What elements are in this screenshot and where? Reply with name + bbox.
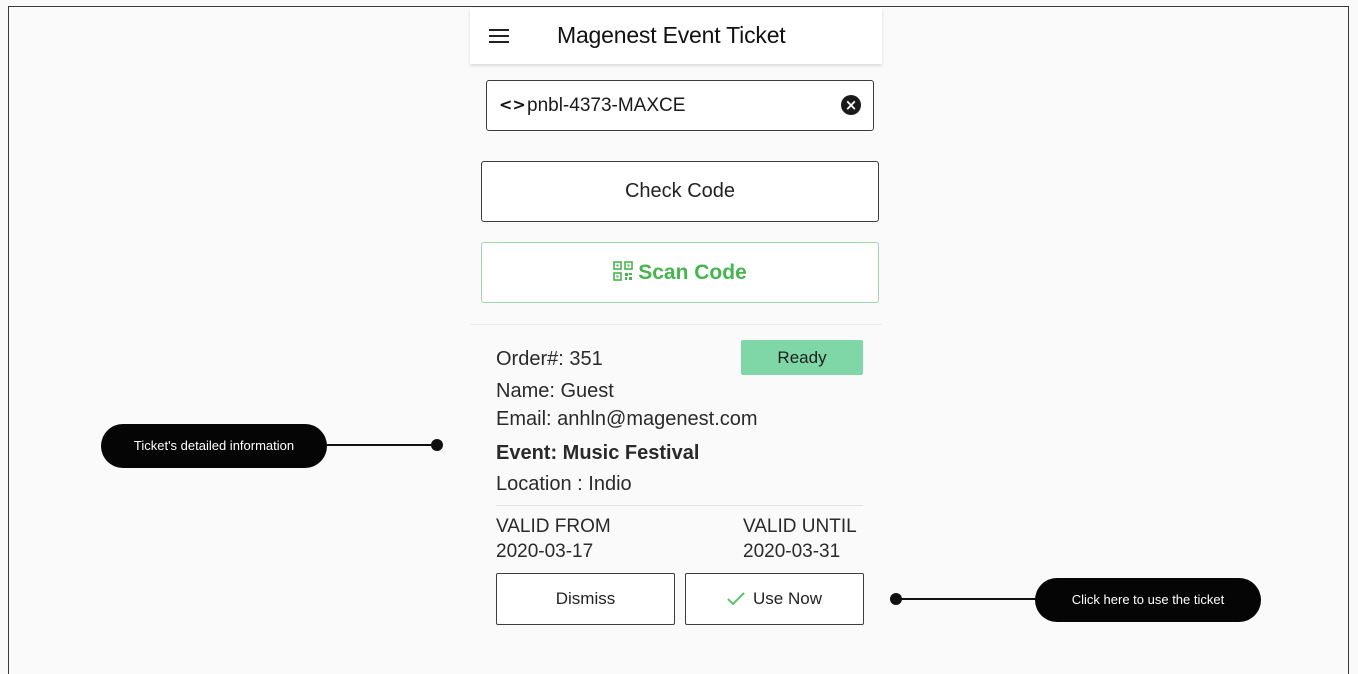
app-title: Magenest Event Ticket: [557, 22, 786, 48]
ticket-code-field[interactable]: <> ×: [486, 80, 874, 131]
ticket-info-callout-line: [327, 444, 435, 446]
use-ticket-callout: Click here to use the ticket: [1035, 578, 1261, 622]
valid-until-date: 2020-03-31: [743, 541, 841, 562]
checkmark-icon: [727, 592, 745, 606]
valid-from-label: VALID FROM: [496, 516, 611, 537]
scan-code-label: Scan Code: [638, 261, 747, 284]
use-ticket-callout-text: Click here to use the ticket: [1071, 592, 1225, 607]
app-bar: Magenest Event Ticket: [470, 8, 882, 64]
status-badge: Ready: [741, 340, 863, 375]
event-location: Location : Indio: [496, 473, 632, 495]
qr-code-icon: [613, 261, 634, 281]
mobile-app: Magenest Event Ticket <> × Check Code Sc…: [470, 8, 882, 668]
hamburger-menu-icon[interactable]: [489, 29, 509, 43]
guest-name: Name: Guest: [496, 380, 614, 402]
dismiss-label: Dismiss: [555, 589, 616, 608]
valid-until-label: VALID UNTIL: [743, 516, 857, 537]
use-ticket-callout-line: [896, 598, 1036, 600]
code-brackets-icon: <>: [499, 95, 526, 114]
section-divider: [470, 324, 882, 325]
ticket-info-callout: Ticket's detailed information: [101, 424, 327, 468]
check-code-label: Check Code: [624, 180, 736, 202]
order-number: Order#: 351: [496, 348, 603, 370]
info-divider: [496, 505, 863, 506]
clear-circle-icon[interactable]: ×: [841, 95, 861, 115]
ticket-code-input[interactable]: [527, 94, 827, 118]
check-code-button[interactable]: Check Code: [481, 161, 879, 222]
ticket-info-callout-dot: [431, 439, 443, 451]
event-name: Event: Music Festival: [496, 442, 700, 464]
ticket-info-callout-text: Ticket's detailed information: [133, 438, 295, 453]
use-now-button[interactable]: Use Now: [685, 573, 864, 625]
scan-code-button[interactable]: Scan Code: [481, 242, 879, 303]
use-now-label: Use Now: [753, 589, 822, 608]
valid-from-date: 2020-03-17: [496, 541, 594, 562]
dismiss-button[interactable]: Dismiss: [496, 573, 675, 625]
guest-email: Email: anhln@magenest.com: [496, 408, 758, 430]
